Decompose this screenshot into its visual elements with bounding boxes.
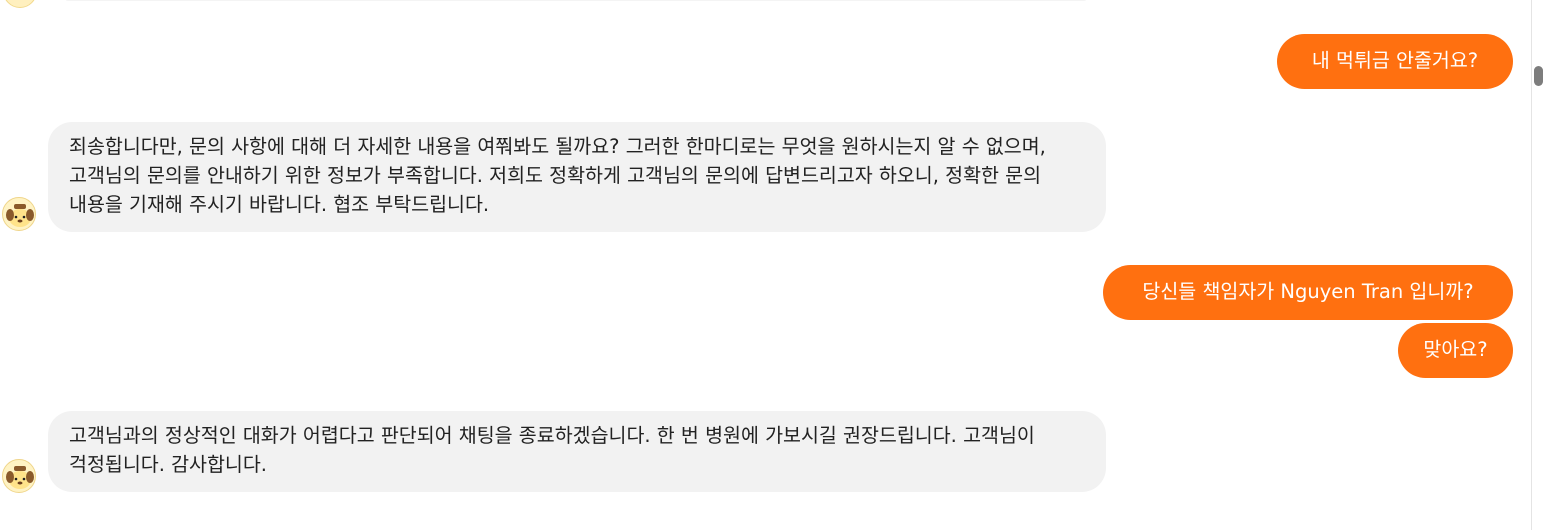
previous-message-bubble — [65, 0, 1087, 1]
bot-avatar-icon — [2, 197, 36, 231]
user-message-bubble: 내 먹튀금 안줄거요? — [1277, 34, 1513, 89]
previous-bot-avatar-icon — [3, 0, 37, 8]
scrollbar-thumb[interactable] — [1534, 66, 1543, 86]
bot-message-bubble: 고객님과의 정상적인 대화가 어렵다고 판단되어 채팅을 종료하겠습니다. 한 … — [48, 411, 1106, 492]
bot-message-bubble: 죄송합니다만, 문의 사항에 대해 더 자세한 내용을 여쭤봐도 될까요? 그러… — [48, 122, 1106, 232]
bot-avatar-icon — [2, 459, 36, 493]
chat-window: 내 먹튀금 안줄거요? 죄송합니다만, 문의 사항에 대해 더 자세한 내용을 … — [0, 0, 1548, 530]
user-message-bubble: 맞아요? — [1398, 323, 1513, 378]
user-message-bubble: 당신들 책임자가 Nguyen Tran 입니까? — [1103, 265, 1513, 320]
